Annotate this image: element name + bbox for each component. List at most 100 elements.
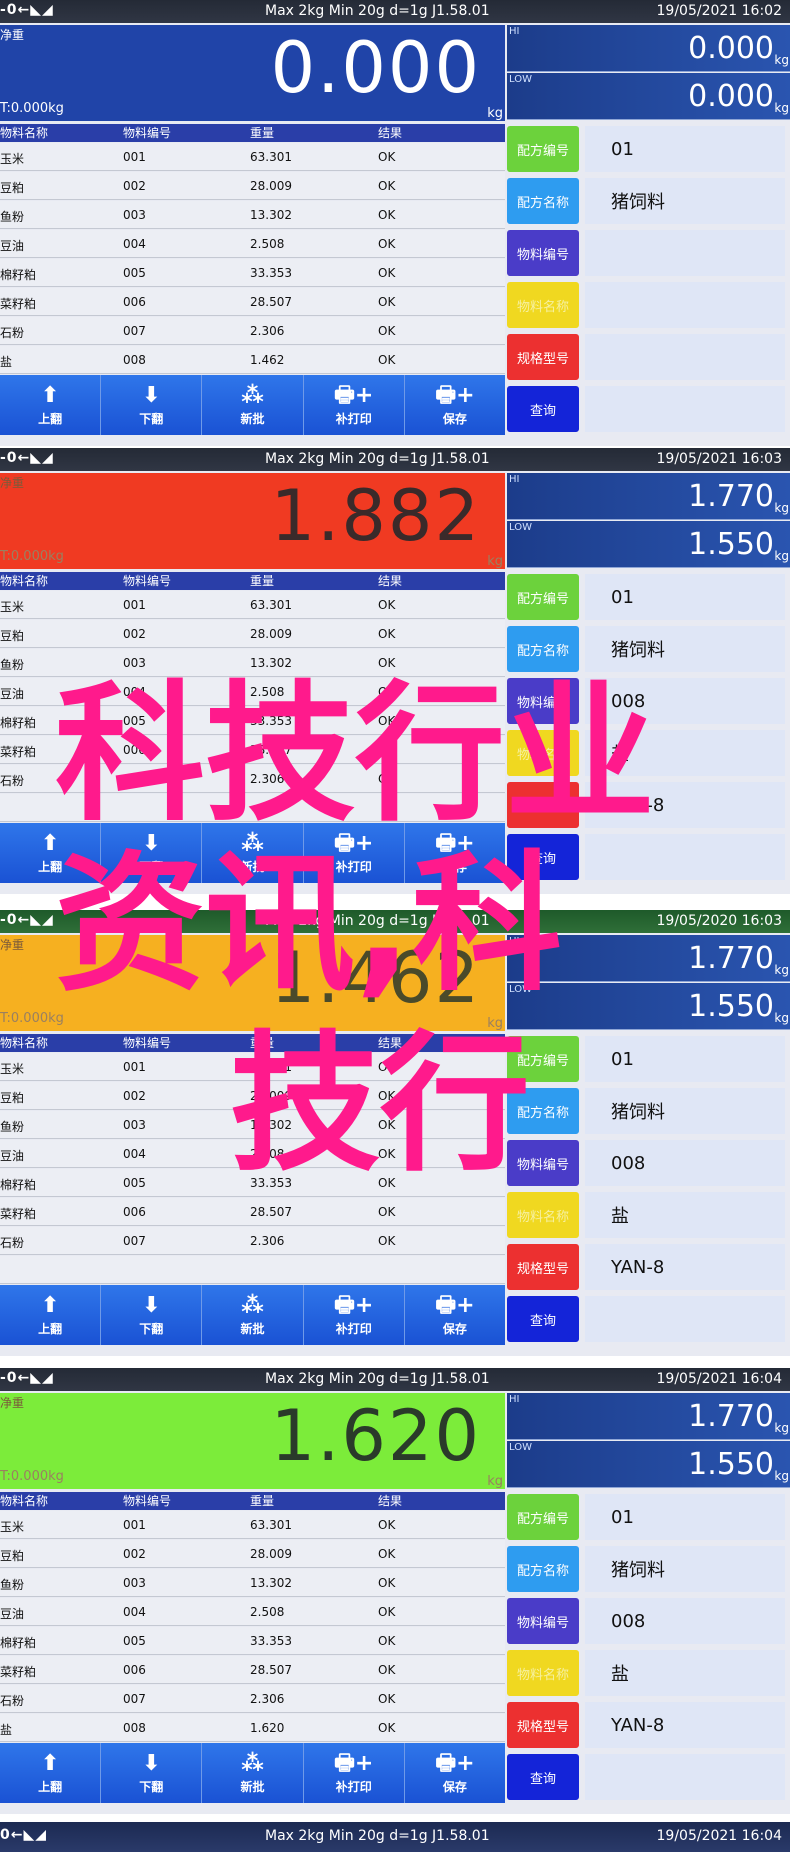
low-unit: kg [774,1469,789,1483]
recipe-code-button[interactable]: 配方编号 [507,1494,579,1540]
table-cell: OK [378,1605,396,1619]
low-value: 1.550 [688,989,774,1024]
table-row[interactable]: 豆粕 002 28.009 OK [0,1082,505,1110]
save-button[interactable]: 🖶+ 保存 [404,823,506,883]
page-down-button[interactable]: ⬇ 下翻 [101,1285,203,1345]
save-button[interactable]: 🖶+ 保存 [404,375,506,435]
table-row[interactable]: 玉米 001 63.301 OK [0,1511,505,1539]
spec-model-button[interactable]: 规格型号 [507,782,579,828]
material-name-button[interactable]: 物料名称 [507,282,579,328]
table-row[interactable]: 鱼粉 003 13.302 OK [0,1111,505,1139]
table-cell: OK [378,598,396,612]
spec-model-button[interactable]: 规格型号 [507,1702,579,1748]
table-row[interactable]: 鱼粉 003 13.302 OK [0,1569,505,1597]
recipe-name-button[interactable]: 配方名称 [507,626,579,672]
page-up-button[interactable]: ⬆ 上翻 [0,823,102,883]
table-row[interactable]: 石粉 007 2.306 OK [0,317,505,345]
table-row[interactable]: 棉籽粕 005 33.353 OK [0,1169,505,1197]
reprint-button[interactable]: 🖶+ 补打印 [303,375,405,435]
table-cell: 鱼粉 [0,210,25,224]
query-button[interactable]: 查询 [507,834,579,880]
new-batch-button[interactable]: ⁂ 新批 [202,375,304,435]
recipe-name-button[interactable]: 配方名称 [507,1088,579,1134]
material-code-button[interactable]: 物料编号 [507,1140,579,1186]
table-row[interactable]: 豆油 004 2.508 OK [0,1140,505,1168]
button-label: 下翻 [139,1779,164,1794]
hi-limit: HI 0.000 kg [507,25,790,72]
table-row[interactable] [0,794,505,822]
table-cell: 003 [123,208,146,222]
table-row[interactable]: 豆油 004 2.508 OK [0,1598,505,1626]
recipe-code-button[interactable]: 配方编号 [507,126,579,172]
table-row[interactable]: 盐 008 1.620 OK [0,1714,505,1742]
table-row[interactable]: 鱼粉 003 13.302 OK [0,649,505,677]
table-row[interactable]: 玉米 001 63.301 OK [0,591,505,619]
reprint-button[interactable]: 🖶+ 补打印 [303,823,405,883]
recipe-name-value: 猪饲料 [585,1546,785,1592]
table-row[interactable]: 玉米 001 63.301 OK [0,143,505,171]
new-batch-button[interactable]: ⁂ 新批 [202,1743,304,1803]
new-batch-button[interactable]: ⁂ 新批 [202,1285,304,1345]
table-cell: 002 [123,627,146,641]
spec-model-button[interactable]: 规格型号 [507,334,579,380]
page-up-button[interactable]: ⬆ 上翻 [0,375,102,435]
table-row[interactable]: 菜籽粕 006 28.507 OK [0,1198,505,1226]
table-row[interactable]: 棉籽粕 005 33.353 OK [0,259,505,287]
table-row[interactable]: 盐 008 1.462 OK [0,346,505,374]
table-row[interactable]: 豆粕 002 28.009 OK [0,620,505,648]
toolbar: ⬆ 上翻 ⬇ 下翻 ⁂ 新批 🖶+ 补打印 🖶+ 保存 [0,1743,506,1803]
table-cell: 菜籽粕 [0,1665,37,1679]
query-button[interactable]: 查询 [507,1754,579,1800]
page-down-button[interactable]: ⬇ 下翻 [101,823,203,883]
low-label: LOW [509,522,532,533]
recipe-name-button[interactable]: 配方名称 [507,178,579,224]
save-button[interactable]: 🖶+ 保存 [404,1285,506,1345]
recipe-code-button[interactable]: 配方编号 [507,1036,579,1082]
arrow-down-icon: ⬇ [142,1750,161,1776]
table-cell: OK [378,1176,396,1190]
table-row[interactable]: 豆油 004 2.508 OK [0,230,505,258]
table-row[interactable]: 豆油 004 2.508 OK [0,678,505,706]
reprint-button[interactable]: 🖶+ 补打印 [303,1285,405,1345]
table-row[interactable]: 玉米 001 63.301 OK [0,1053,505,1081]
printer-icon: 🖶+ [435,830,475,856]
material-name-button[interactable]: 物料名称 [507,1192,579,1238]
spec-model-button[interactable]: 规格型号 [507,1244,579,1290]
table-row[interactable]: 棉籽粕 005 33.353 OK [0,707,505,735]
table-cell: 003 [123,1118,146,1132]
table-row[interactable]: 菜籽粕 006 28.507 OK [0,736,505,764]
value-text: 盐 [611,1664,629,1685]
table-row[interactable]: 菜籽粕 006 28.507 OK [0,1656,505,1684]
material-name-button[interactable]: 物料名称 [507,1650,579,1696]
table-row[interactable]: 石粉 007 2.306 OK [0,1227,505,1255]
table-row[interactable]: 菜籽粕 006 28.507 OK [0,288,505,316]
table-row[interactable]: 石粉 007 2.306 OK [0,765,505,793]
material-code-button[interactable]: 物料编号 [507,1598,579,1644]
table-row[interactable]: 棉籽粕 005 33.353 OK [0,1627,505,1655]
button-label: 保存 [442,859,467,874]
recipe-code-button[interactable]: 配方编号 [507,574,579,620]
page-down-button[interactable]: ⬇ 下翻 [101,375,203,435]
material-code-button[interactable]: 物料编号 [507,678,579,724]
table-cell: 棉籽粕 [0,716,37,730]
table-row[interactable] [0,1256,505,1284]
recipe-name-button[interactable]: 配方名称 [507,1546,579,1592]
material-name-button[interactable]: 物料名称 [507,730,579,776]
new-batch-button[interactable]: ⁂ 新批 [202,823,304,883]
table-row[interactable]: 豆粕 002 28.009 OK [0,1540,505,1568]
table-row[interactable]: 鱼粉 003 13.302 OK [0,201,505,229]
save-button[interactable]: 🖶+ 保存 [404,1743,506,1803]
table-cell: OK [378,627,396,641]
button-label: 物料编号 [516,695,569,711]
material-code-button[interactable]: 物料编号 [507,230,579,276]
query-button[interactable]: 查询 [507,1296,579,1342]
table-row[interactable]: 豆粕 002 28.009 OK [0,172,505,200]
query-button[interactable]: 查询 [507,386,579,432]
reprint-button[interactable]: 🖶+ 补打印 [303,1743,405,1803]
table-row[interactable]: 石粉 007 2.306 OK [0,1685,505,1713]
value-text: 01 [611,1506,634,1528]
page-down-button[interactable]: ⬇ 下翻 [101,1743,203,1803]
page-up-button[interactable]: ⬆ 上翻 [0,1285,102,1345]
table-cell: OK [378,1663,396,1677]
page-up-button[interactable]: ⬆ 上翻 [0,1743,102,1803]
